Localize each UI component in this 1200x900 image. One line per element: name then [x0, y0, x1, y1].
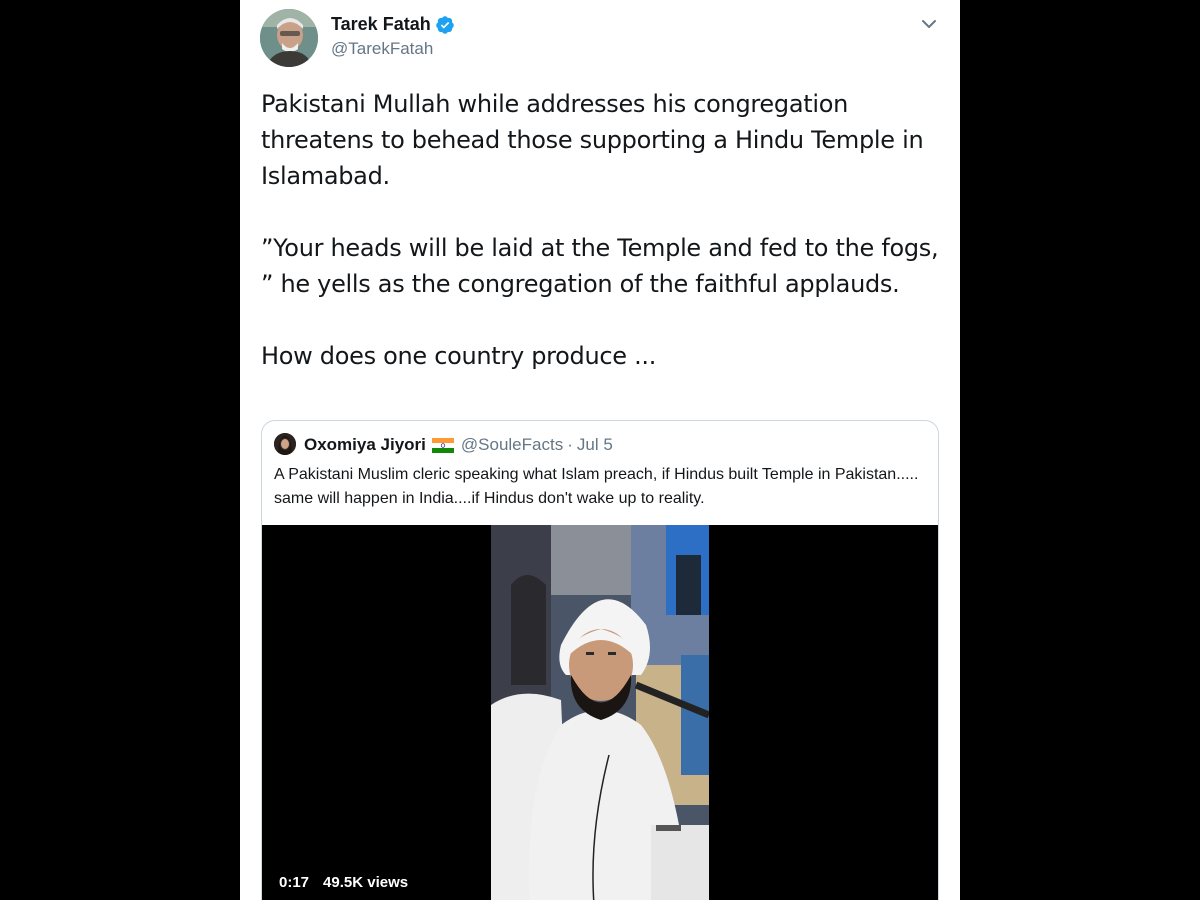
author-avatar[interactable] — [260, 9, 318, 67]
video-thumbnail — [491, 525, 709, 900]
video-views: 49.5K views — [323, 874, 409, 891]
author-avatar-image — [260, 9, 318, 67]
india-flag-icon — [431, 437, 454, 453]
tweet-paragraph: How does one country produce ... — [261, 342, 657, 370]
tweet-paragraph: Pakistani Mullah while addresses his con… — [261, 90, 924, 190]
author-name-row[interactable]: Tarek Fatah — [331, 14, 455, 35]
quoted-header: Oxomiya Jiyori @SouleFacts · Jul 5 — [304, 435, 613, 455]
quoted-date[interactable]: Jul 5 — [577, 435, 613, 455]
quoted-text: A Pakistani Muslim cleric speaking what … — [274, 466, 919, 507]
cleric-video-image — [491, 525, 709, 900]
quoted-tweet[interactable]: Oxomiya Jiyori @SouleFacts · Jul 5 A Pak… — [261, 420, 939, 900]
tweet-text: Pakistani Mullah while addresses his con… — [261, 86, 941, 374]
author-name[interactable]: Tarek Fatah — [331, 14, 431, 35]
video-player[interactable]: 0:17 49.5K views — [262, 525, 938, 900]
tweet-card: Tarek Fatah @TarekFatah Pakistani Mullah… — [240, 0, 960, 900]
quoted-separator: · — [567, 435, 573, 454]
author-handle[interactable]: @TarekFatah — [331, 39, 433, 59]
tweet-paragraph: ”Your heads will be laid at the Temple a… — [261, 234, 939, 298]
verified-badge-icon — [435, 15, 454, 34]
quoted-author-avatar[interactable] — [274, 433, 296, 455]
video-meta: 0:17 49.5K views — [279, 874, 408, 891]
quoted-author-avatar-image — [274, 433, 296, 455]
chevron-down-icon[interactable] — [920, 15, 938, 33]
quoted-author-handle[interactable]: @SouleFacts — [461, 435, 563, 455]
video-duration: 0:17 — [279, 874, 310, 891]
quoted-author-name[interactable]: Oxomiya Jiyori — [304, 435, 426, 455]
